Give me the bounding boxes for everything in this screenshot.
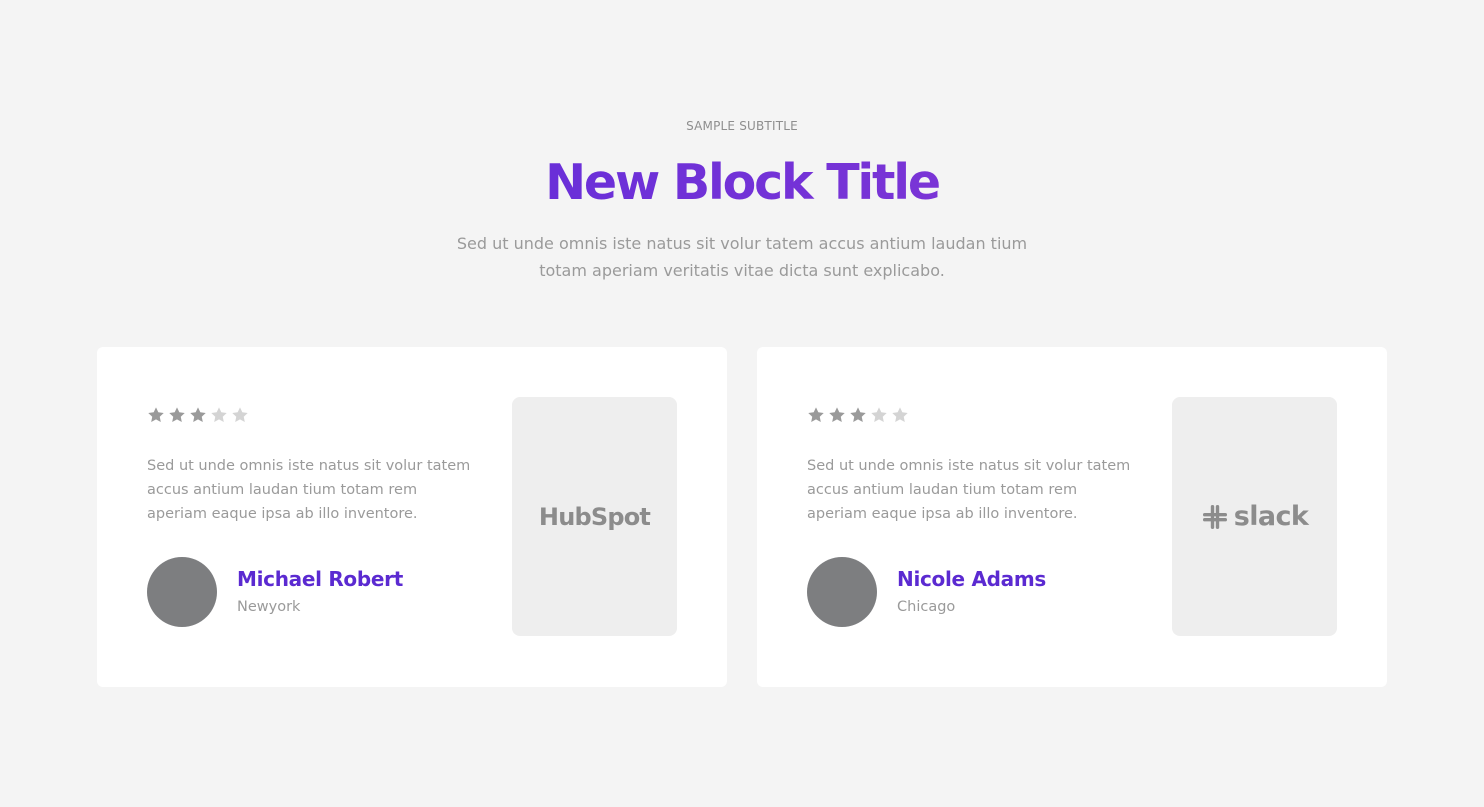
testimonial-location: Chicago: [897, 599, 956, 615]
star-icon: [808, 407, 824, 423]
logo-text: slack: [1233, 501, 1309, 532]
testimonial-quote: Sed ut unde omnis iste natus sit volur t…: [147, 458, 471, 522]
avatar: [147, 557, 217, 627]
section-title: New Block Title: [0, 150, 1484, 216]
testimonial-location: Newyork: [237, 599, 301, 615]
star-rating: [807, 406, 912, 426]
section-subtitle: SAMPLE SUBTITLE: [686, 119, 798, 133]
section-description-line-2: totam aperiam veritatis vitae dicta sunt…: [539, 261, 945, 280]
star-icon: [892, 407, 908, 423]
star-icon: [232, 407, 248, 423]
testimonial-card: Sed ut unde omnis iste natus sit volur t…: [97, 347, 727, 687]
star-icon: [190, 407, 206, 423]
company-logo-panel: slack: [1172, 397, 1337, 636]
company-logo-panel: HubSpot: [512, 397, 677, 636]
section-description-line-1: Sed ut unde omnis iste natus sit volur t…: [456, 234, 1028, 253]
avatar: [807, 557, 877, 627]
logo-text: HubSpot: [538, 502, 651, 531]
section-description: Sed ut unde omnis iste natus sit volur t…: [452, 230, 1032, 284]
slack-logo-icon: slack: [1172, 397, 1337, 636]
star-icon: [850, 407, 866, 423]
section-title-text: New Block Title: [545, 154, 941, 211]
testimonial-name: Michael Robert: [237, 567, 403, 591]
star-icon: [148, 407, 164, 423]
testimonial-card: Sed ut unde omnis iste natus sit volur t…: [757, 347, 1387, 687]
slack-hash-icon: [1202, 504, 1227, 529]
star-icon: [829, 407, 845, 423]
testimonial-quote: Sed ut unde omnis iste natus sit volur t…: [807, 458, 1131, 522]
star-icon: [871, 407, 887, 423]
star-rating: [147, 406, 252, 426]
testimonial-name: Nicole Adams: [897, 567, 1047, 591]
star-icon: [169, 407, 185, 423]
star-icon: [211, 407, 227, 423]
hubspot-logo-icon: HubSpot: [512, 397, 677, 636]
